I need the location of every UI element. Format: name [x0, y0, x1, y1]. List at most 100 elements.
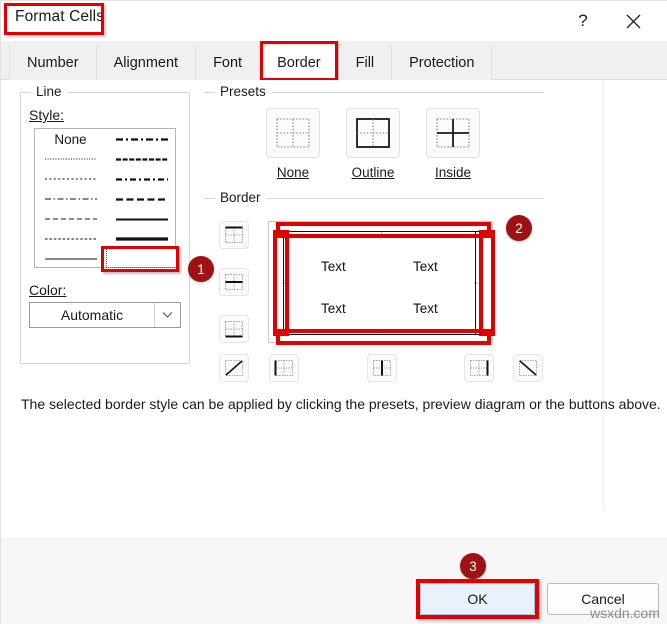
border-vertical-inside-icon	[373, 360, 391, 376]
line-style-solid-thin[interactable]	[35, 249, 106, 269]
border-group: Border	[204, 190, 544, 205]
tab-alignment[interactable]: Alignment	[96, 46, 197, 80]
tab-protection-label: Protection	[409, 55, 475, 71]
badge-3: 3	[460, 553, 486, 579]
title-bar: Format Cells ?	[1, 1, 667, 41]
color-dropdown-value: Automatic	[60, 307, 124, 323]
border-horizontal-inside-icon	[225, 274, 243, 290]
preview-bottom-red-highlight	[276, 329, 491, 345]
border-middle-v-button[interactable]	[367, 354, 397, 382]
tab-font-label: Font	[213, 55, 243, 71]
chevron-down-icon[interactable]	[154, 303, 180, 327]
tab-border-label: Border	[277, 55, 321, 71]
line-style-solid-thick[interactable]	[106, 229, 177, 249]
line-style-dashed-thick[interactable]	[106, 189, 177, 209]
border-right-icon	[470, 360, 489, 376]
preset-outline-label: Outline	[352, 165, 395, 180]
presets-row: None Outline Inside	[266, 108, 480, 180]
preview-cell-text-4: Text	[413, 301, 438, 316]
preset-outline-text: Outline	[351, 165, 395, 180]
line-style-dash-dot-medium[interactable]	[35, 209, 106, 229]
tab-fill-label: Fill	[355, 55, 375, 71]
line-style-dashed-fine[interactable]	[35, 229, 106, 249]
color-label-text: Color:	[29, 282, 67, 298]
border-diagonal-down-button[interactable]	[513, 354, 543, 382]
preset-none[interactable]: None	[266, 108, 320, 180]
line-style-double-selection-marker	[106, 247, 177, 268]
border-top-icon	[225, 226, 243, 243]
preset-outline-button[interactable]	[346, 108, 400, 158]
border-diagonal-up-button[interactable]	[219, 354, 249, 382]
border-tab-panel: Line Style: None Color: Automatic Preset…	[1, 80, 667, 537]
preset-inside-label: Inside	[435, 165, 471, 180]
hint-text: The selected border style can be applied…	[21, 396, 661, 412]
line-style-dash-dot-thick2[interactable]	[106, 169, 177, 189]
close-glyph	[626, 14, 640, 28]
border-bottom-button[interactable]	[219, 315, 249, 343]
preset-none-text: None	[276, 165, 310, 180]
applied-border-right-2	[475, 231, 476, 335]
preset-inside-text: Inside	[434, 165, 472, 180]
preview-guide-grid	[283, 231, 480, 335]
tab-list: Number Alignment Font Border Fill Protec…	[9, 41, 493, 81]
line-group-legend: Line	[31, 84, 67, 99]
line-style-dash-dash-thick[interactable]	[106, 149, 177, 169]
tab-strip: Number Alignment Font Border Fill Protec…	[1, 41, 667, 81]
border-diagonal-up-icon	[225, 360, 243, 376]
preview-cell-text-2: Text	[413, 259, 438, 274]
preset-outline[interactable]: Outline	[346, 108, 400, 180]
preset-none-button[interactable]	[266, 108, 320, 158]
tab-alignment-label: Alignment	[113, 55, 179, 71]
presets-group-legend: Presets	[215, 84, 271, 99]
preset-inside[interactable]: Inside	[426, 108, 480, 180]
line-style-dash-dot-thick[interactable]	[106, 129, 177, 149]
preset-none-icon	[276, 118, 310, 148]
border-preview[interactable]: Text Text Text Text	[268, 221, 493, 343]
chevron-down-glyph	[162, 312, 173, 318]
preview-cell-text-3: Text	[321, 301, 346, 316]
line-style-dotted-fine[interactable]	[35, 149, 106, 169]
line-style-dotted[interactable]	[35, 169, 106, 189]
preset-outline-icon	[356, 118, 390, 148]
color-label: Color:	[29, 282, 66, 298]
border-middle-h-button[interactable]	[219, 268, 249, 296]
tab-number[interactable]: Number	[9, 46, 97, 80]
line-style-solid-medium[interactable]	[106, 209, 177, 229]
color-dropdown[interactable]: Automatic	[29, 302, 181, 328]
style-label: Style:	[29, 107, 64, 123]
border-top-button[interactable]	[219, 221, 249, 249]
border-diagonal-down-icon	[519, 360, 537, 376]
badge-1: 1	[188, 256, 214, 282]
preview-left-red-highlight	[273, 230, 289, 336]
border-left-button[interactable]	[269, 354, 299, 382]
page-title: Format Cells	[11, 6, 109, 29]
border-right-button[interactable]	[464, 354, 494, 382]
tab-border[interactable]: Border	[260, 41, 339, 81]
tab-number-label: Number	[27, 55, 79, 71]
line-style-none-label: None	[54, 131, 87, 147]
tab-font[interactable]: Font	[196, 46, 261, 80]
badge-2: 2	[506, 215, 532, 241]
preset-inside-icon	[436, 118, 470, 148]
style-label-text: Style:	[29, 107, 65, 123]
line-style-none[interactable]: None	[35, 129, 106, 149]
line-style-dash-dot-long[interactable]	[35, 189, 106, 209]
tab-fill[interactable]: Fill	[338, 46, 393, 80]
panel-right-divider	[603, 80, 604, 510]
preset-inside-button[interactable]	[426, 108, 480, 158]
line-style-list[interactable]: None	[34, 128, 177, 269]
watermark: wsxdn.com	[589, 605, 660, 621]
ok-button[interactable]: OK	[420, 583, 535, 615]
border-group-legend: Border	[215, 190, 266, 205]
presets-group: Presets	[204, 84, 544, 99]
tab-protection[interactable]: Protection	[392, 46, 493, 80]
border-left-icon	[274, 360, 293, 376]
help-icon[interactable]: ?	[570, 8, 596, 34]
close-icon[interactable]	[620, 8, 646, 34]
preset-none-label: None	[277, 165, 309, 180]
preview-right-red-highlight	[479, 230, 495, 336]
preview-top-red-highlight	[276, 222, 491, 238]
line-style-column-left: None	[35, 129, 106, 269]
format-cells-dialog: Format Cells ? Number Alignment Font Bor…	[0, 0, 667, 624]
border-preview-inner: Text Text Text Text	[283, 231, 480, 335]
